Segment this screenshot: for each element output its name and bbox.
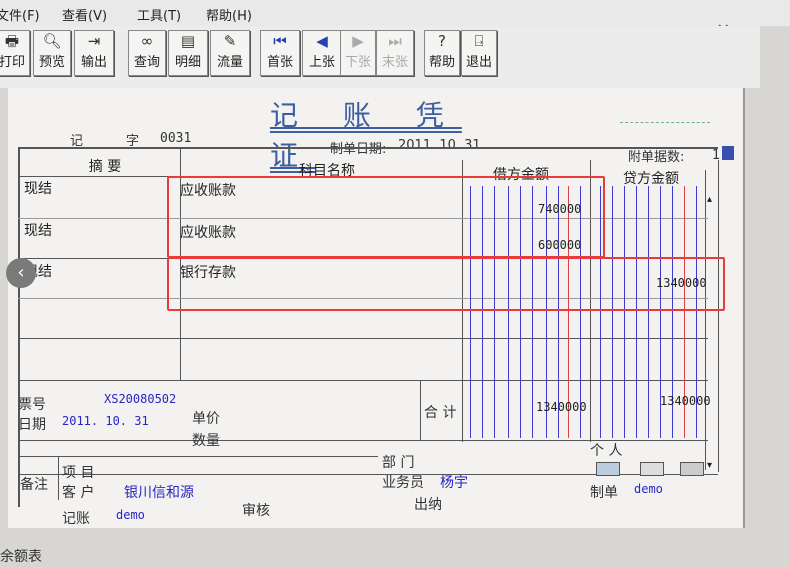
scroll-down-icon[interactable]: ▾ xyxy=(707,460,712,471)
cashier-label: 出纳 xyxy=(414,497,442,513)
door-exit-icon: ⍈ xyxy=(474,32,484,50)
help-button[interactable]: ? 帮助 xyxy=(424,30,460,76)
first-icon: ⏮ xyxy=(273,32,287,50)
bookkeeper-value: demo xyxy=(116,508,145,522)
ledger-icon: ▤ xyxy=(180,32,196,50)
menu-help[interactable]: 帮助(H) xyxy=(206,5,252,24)
customer-label: 客 户 xyxy=(62,485,95,501)
col-divider xyxy=(420,380,421,440)
entry-summary[interactable]: 现结 xyxy=(24,220,52,240)
maker-value: demo xyxy=(634,482,663,496)
entry-summary[interactable]: 现结 xyxy=(24,178,52,198)
menu-bar: 文件(F) 查看(V) 工具(T) 帮助(H) xyxy=(0,0,790,26)
digit-line xyxy=(648,186,649,438)
footer-date-label: 日期 xyxy=(18,417,46,433)
row-line xyxy=(18,338,708,339)
highlight-box xyxy=(167,176,605,258)
row-line xyxy=(18,380,708,381)
menu-tools[interactable]: 工具(T) xyxy=(137,5,181,24)
flow-button[interactable]: ✎ 流量 xyxy=(210,30,250,76)
credit-header: 贷方金额 xyxy=(623,171,679,187)
total-credit: 1340000 xyxy=(660,394,711,408)
exit-button[interactable]: ⍈ 退出 xyxy=(461,30,497,76)
maker-label: 制单 xyxy=(590,485,618,501)
card-icon[interactable] xyxy=(680,462,704,476)
question-icon: ? xyxy=(438,32,446,50)
salesman-value[interactable]: 杨宇 xyxy=(440,472,468,492)
row-line xyxy=(18,456,378,457)
prev-button[interactable]: ◀ 上张 xyxy=(302,30,342,76)
last-button[interactable]: ⏭ 末张 xyxy=(376,30,414,76)
footer-date-value[interactable]: 2011. 10. 31 xyxy=(62,414,149,428)
table-border-top xyxy=(18,147,718,149)
preview-button[interactable]: 🔍︎ 预览 xyxy=(33,30,71,76)
pencil-book-icon: ✎ xyxy=(223,32,237,50)
export-button[interactable]: ⇥ 输出 xyxy=(74,30,114,76)
remark-label: 备注 xyxy=(20,477,48,493)
next-button[interactable]: ▶ 下张 xyxy=(340,30,376,76)
total-debit: 1340000 xyxy=(536,400,587,414)
project-label: 项 目 xyxy=(62,465,95,481)
menu-file[interactable]: 文件(F) xyxy=(0,5,40,24)
magnifier-icon: 🔍︎ xyxy=(42,32,62,50)
binoculars-icon: ∞ xyxy=(140,32,154,50)
person-label: 个 人 xyxy=(590,443,623,459)
table-border-right xyxy=(718,160,719,472)
quantity-label: 数量 xyxy=(192,433,220,449)
scroll-up-icon[interactable]: ▴ xyxy=(707,194,712,205)
query-button[interactable]: ∞ 查询 xyxy=(128,30,166,76)
export-icon: ⇥ xyxy=(87,32,101,50)
date-value[interactable]: 2011. 10. 31 xyxy=(398,138,481,153)
ticket-label: 票号 xyxy=(18,397,46,413)
salesman-label: 业务员 xyxy=(382,475,424,491)
highlight-box xyxy=(167,257,725,311)
card-icon[interactable] xyxy=(596,462,620,476)
detail-button[interactable]: ▤ 明细 xyxy=(168,30,208,76)
first-button[interactable]: ⏮ 首张 xyxy=(260,30,300,76)
col-divider xyxy=(58,456,59,500)
scroll-track[interactable] xyxy=(705,170,706,470)
prev-icon: ◀ xyxy=(316,32,328,50)
digit-line xyxy=(612,186,613,438)
bottom-tab[interactable]: 余额表 xyxy=(0,546,42,566)
print-button[interactable]: 🖶 打印 xyxy=(0,30,30,76)
table-border-left xyxy=(18,147,20,507)
total-label: 合 计 xyxy=(424,405,457,421)
auditor-label: 审核 xyxy=(242,503,270,519)
summary-header: 摘 要 xyxy=(88,159,122,175)
attach-value[interactable]: 1 xyxy=(712,148,720,163)
printer-icon: 🖶 xyxy=(4,32,20,50)
dept-label: 部 门 xyxy=(382,455,415,471)
voucher-number[interactable]: 0031 xyxy=(160,131,191,146)
digit-line xyxy=(636,186,637,438)
unit-price-label: 单价 xyxy=(192,411,220,427)
bookkeeper-label: 记账 xyxy=(62,511,90,527)
back-arrow-icon[interactable]: ‹ xyxy=(6,258,36,288)
digit-line xyxy=(624,186,625,438)
divider xyxy=(620,122,710,123)
menu-view[interactable]: 查看(V) xyxy=(62,5,107,24)
customer-value[interactable]: 银川信和源 xyxy=(124,482,194,502)
ticket-value[interactable]: XS20080502 xyxy=(104,392,176,406)
attach-scroll-icon[interactable] xyxy=(722,146,734,160)
next-icon: ▶ xyxy=(352,32,364,50)
card-icon[interactable] xyxy=(640,462,664,476)
last-icon: ⏭ xyxy=(388,32,402,50)
